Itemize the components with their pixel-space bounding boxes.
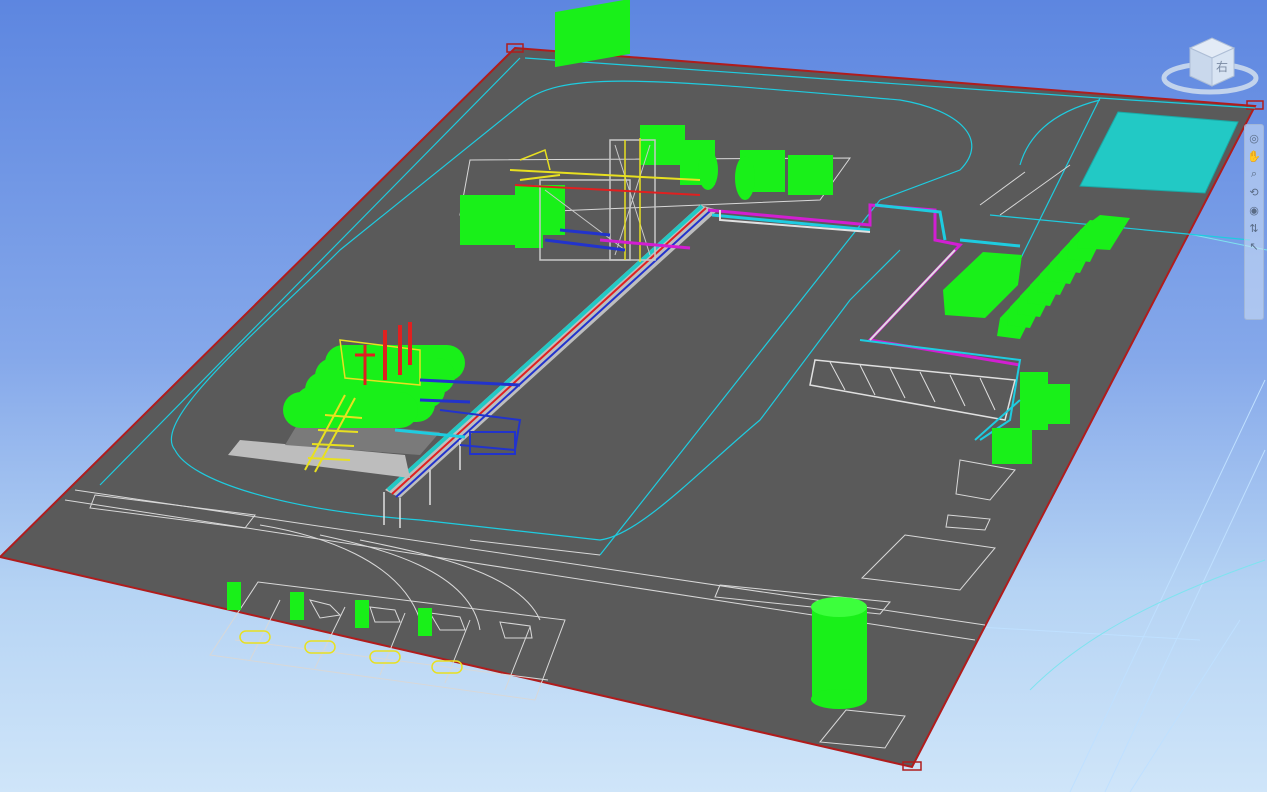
orbit-icon[interactable]: ⟲ — [1247, 185, 1261, 199]
viewcube-face-label: 右 — [1216, 60, 1229, 74]
select-icon[interactable]: ↖ — [1247, 239, 1261, 253]
zoom-icon[interactable]: ⌕ — [1247, 167, 1261, 181]
3d-viewport[interactable]: 右 ◎ ✋ ⌕ ⟲ ◉ ⇅ ↖ — [0, 0, 1267, 792]
viewcube[interactable]: 右 — [1160, 34, 1260, 104]
look-icon[interactable]: ◉ — [1247, 203, 1261, 217]
storage-tank — [811, 597, 867, 709]
steering-wheel-icon[interactable]: ◎ — [1247, 131, 1261, 145]
walk-icon[interactable]: ⇅ — [1247, 221, 1261, 235]
navigation-bar: ◎ ✋ ⌕ ⟲ ◉ ⇅ ↖ — [1244, 124, 1264, 320]
pan-icon[interactable]: ✋ — [1247, 149, 1261, 163]
plant-model-scene — [0, 0, 1267, 792]
